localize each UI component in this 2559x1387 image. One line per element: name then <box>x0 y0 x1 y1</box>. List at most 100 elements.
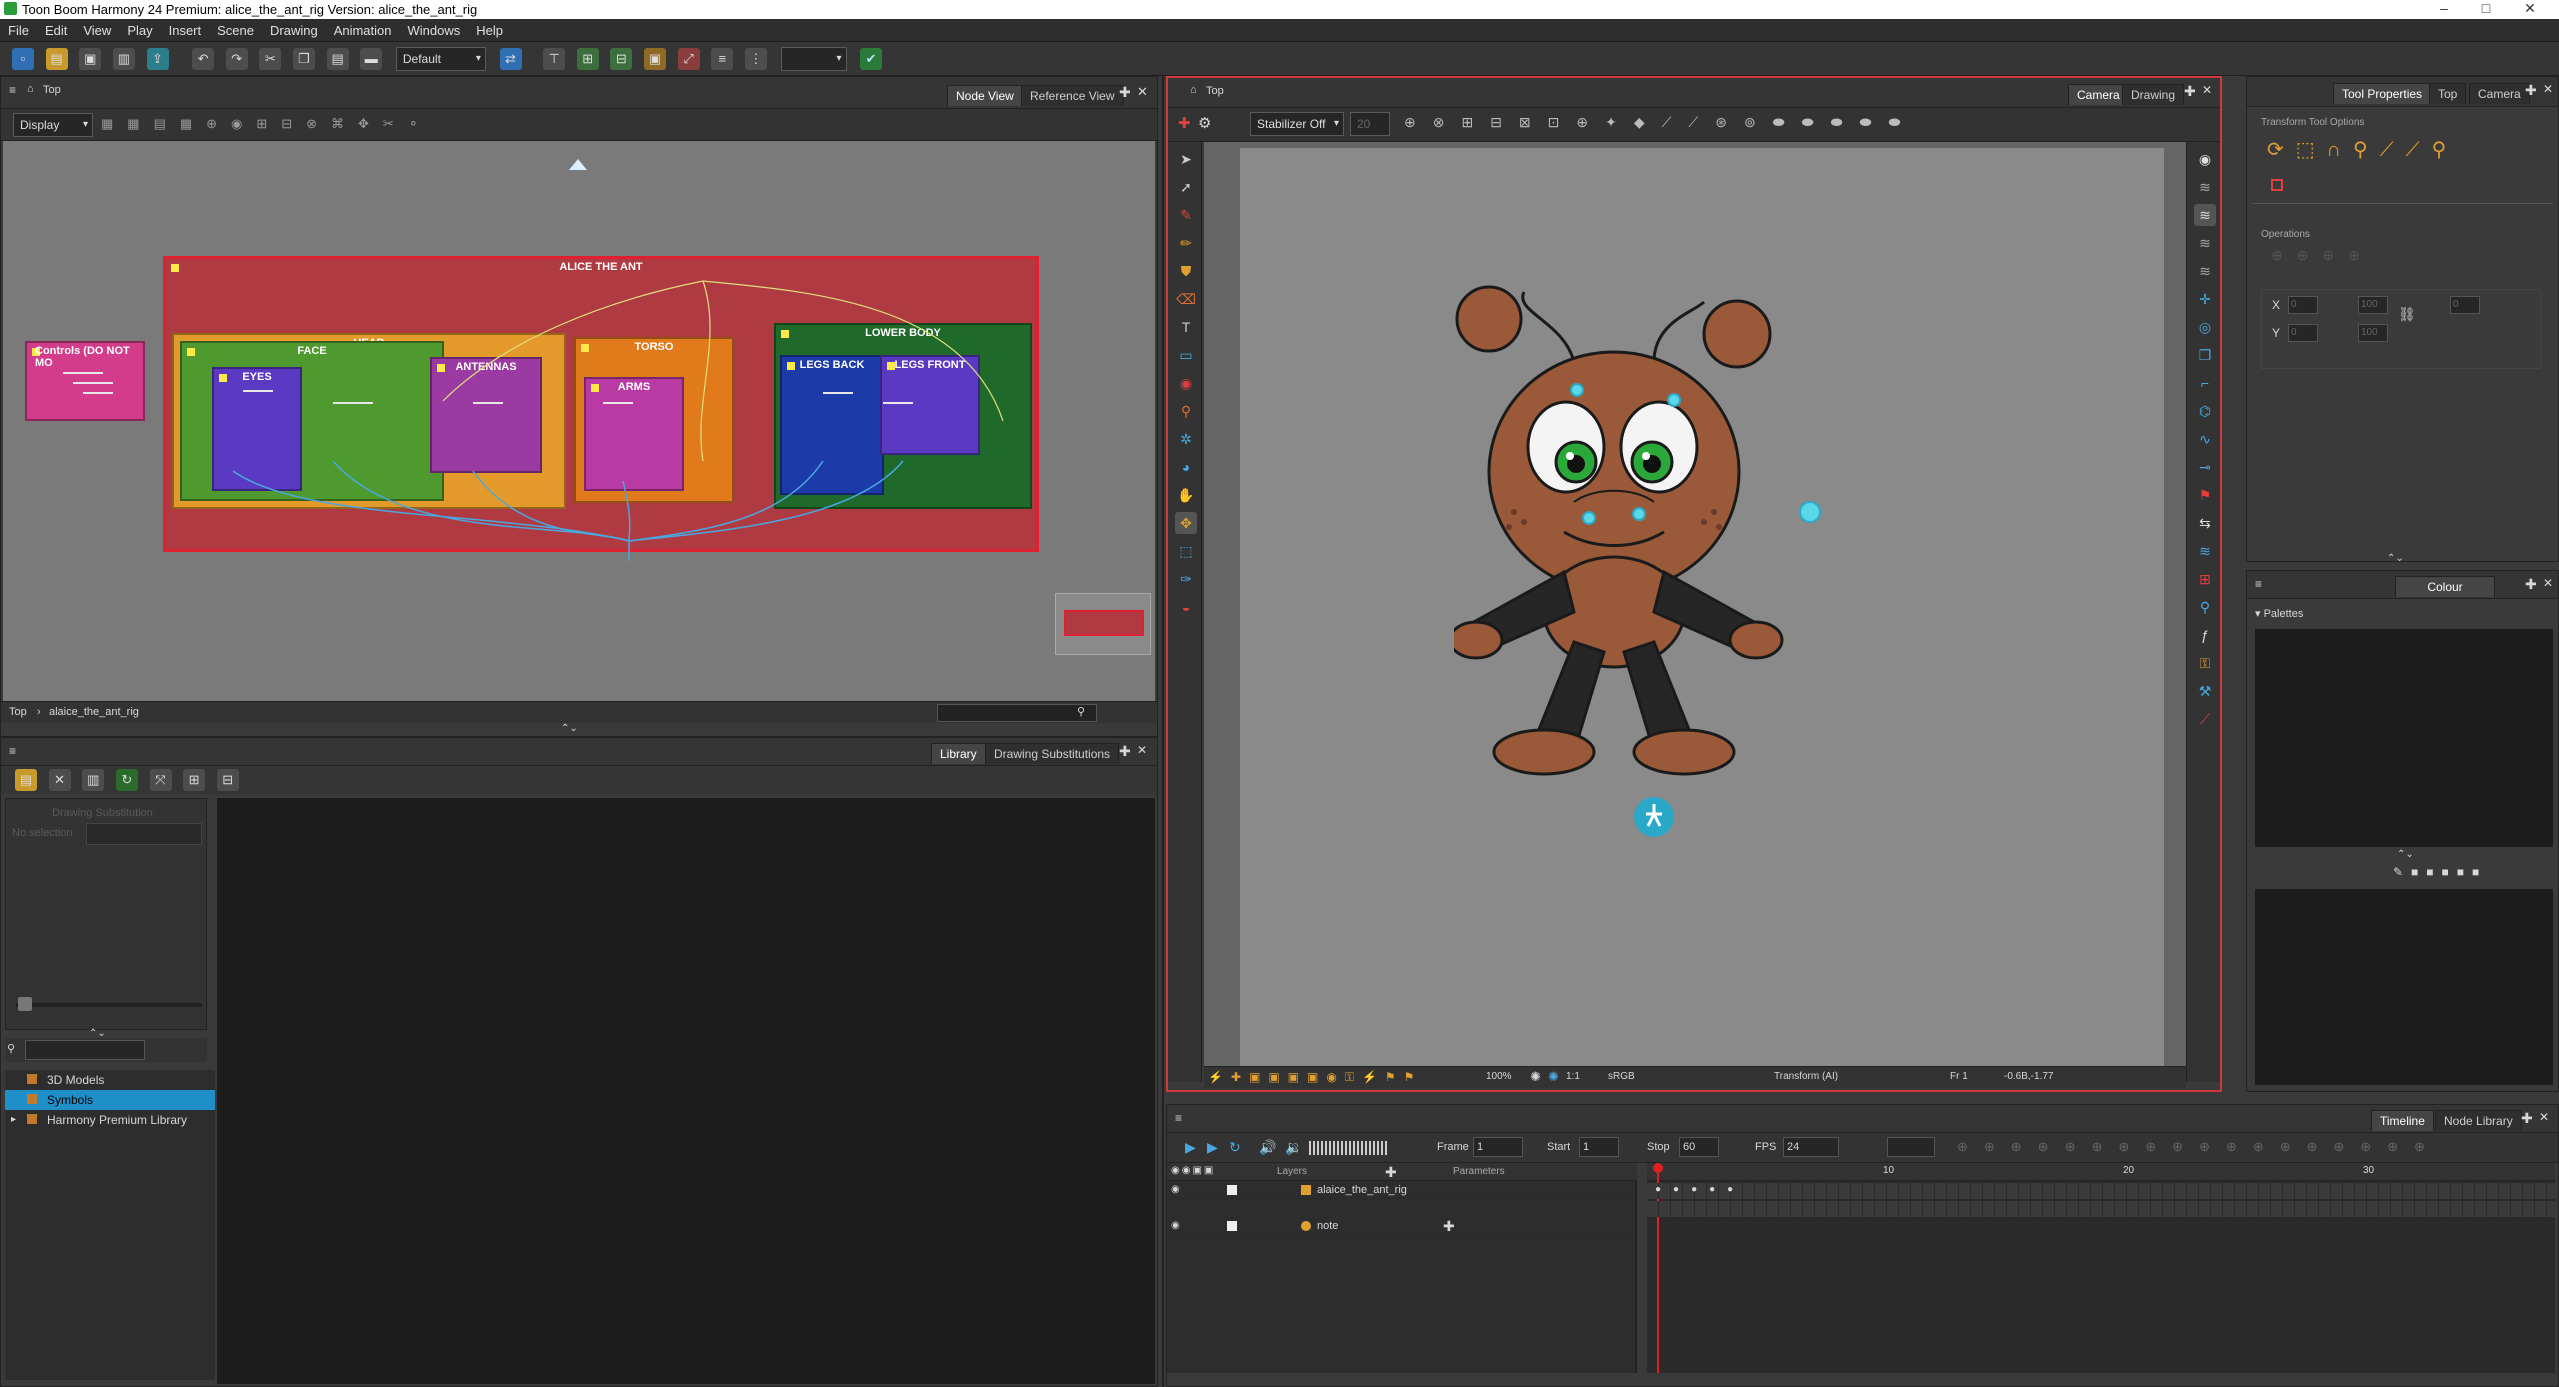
close-panel-icon[interactable]: ✕ <box>1137 743 1147 757</box>
height-field[interactable]: 100 <box>2358 324 2388 342</box>
menu-file[interactable]: File <box>0 19 37 38</box>
eye-icon[interactable]: ◉ <box>2194 148 2216 170</box>
layer-row[interactable]: ◉ alaice_the_ant_rig <box>1167 1181 1637 1199</box>
y-field[interactable]: 0 <box>2288 324 2318 342</box>
peg-icon[interactable]: ✛ <box>2194 288 2216 310</box>
close-panel-icon[interactable]: ✕ <box>1137 84 1148 100</box>
harmony-check-icon[interactable]: ✔ <box>860 48 883 70</box>
add-panel-icon[interactable]: ✚ <box>1119 743 1131 760</box>
node-search-input[interactable] <box>937 704 1097 722</box>
add-panel-icon[interactable]: ✚ <box>2525 576 2537 593</box>
panel-menu-icon[interactable]: ≡ <box>9 83 16 97</box>
splitter-handle-icon[interactable]: ⌃⌄ <box>2387 553 2404 564</box>
pivot-tool-icon[interactable]: ✲ <box>1175 428 1197 450</box>
list-icon[interactable]: ⊟ <box>216 769 239 791</box>
add-panel-icon[interactable]: ✚ <box>2525 82 2537 99</box>
x-field[interactable]: 0 <box>2288 296 2318 314</box>
palettes-toggle[interactable]: ▾ Palettes <box>2255 607 2303 620</box>
menu-windows[interactable]: Windows <box>400 19 469 38</box>
node-minimap[interactable] <box>1055 593 1151 655</box>
play-icon[interactable]: ▶ <box>1185 1139 1196 1156</box>
camera-viewport[interactable] <box>1204 142 2186 1082</box>
rotate-tool-icon[interactable]: ◕ <box>1175 456 1197 478</box>
add-panel-icon[interactable]: ✚ <box>2521 1110 2533 1127</box>
paint-tool-icon[interactable]: ◉ <box>1175 372 1197 394</box>
stack-icon[interactable]: ≋ <box>2194 232 2216 254</box>
colorspace-value[interactable]: sRGB <box>1608 1071 1635 1082</box>
speed-slider[interactable] <box>1309 1141 1389 1155</box>
select-tool-icon[interactable]: ➤ <box>1175 148 1197 170</box>
curve-icon[interactable]: ∿ <box>2194 428 2216 450</box>
width-field[interactable]: 100 <box>2358 296 2388 314</box>
open-library-icon[interactable]: ▤ <box>15 769 37 791</box>
menu-edit[interactable]: Edit <box>37 19 75 38</box>
menu-insert[interactable]: Insert <box>161 19 210 38</box>
menu-drawing[interactable]: Drawing <box>262 19 326 38</box>
library-item-3d-models[interactable]: 3D Models <box>5 1070 215 1090</box>
frame-ruler[interactable]: 10 20 30 <box>1647 1163 2555 1181</box>
select-frame-icon[interactable]: ▣ <box>644 48 666 70</box>
undo-icon[interactable]: ↶ <box>192 48 215 70</box>
dropper-tool-icon[interactable]: ⚲ <box>1175 400 1197 422</box>
transform-icon[interactable]: ⤢ <box>677 48 700 70</box>
status-icons[interactable]: ⚡✚▣▣▣▣◉⚿⚡⚑⚑ <box>1208 1070 1422 1085</box>
close-panel-icon[interactable]: ✕ <box>2202 83 2212 97</box>
eye-icon[interactable]: ◉ <box>1171 1217 1180 1235</box>
start-field[interactable]: 1 <box>1579 1137 1619 1157</box>
cutter-tool-icon[interactable]: ✑ <box>1175 568 1197 590</box>
sound-scrub-icon[interactable]: 🔉 <box>1285 1139 1302 1156</box>
properties-icon[interactable]: ▥ <box>82 769 105 791</box>
panel-menu-icon[interactable]: ≡ <box>1175 1111 1182 1125</box>
bone-icon[interactable]: ⊸ <box>2194 456 2216 478</box>
pencil-options-icon[interactable]: ⟋ <box>2194 708 2216 730</box>
text-tool-icon[interactable]: T <box>1175 316 1197 338</box>
pin-icon[interactable]: ⚑ <box>2194 484 2216 506</box>
redo-icon[interactable]: ↷ <box>225 48 248 70</box>
color-icon[interactable]: ✺ <box>1548 1069 1559 1085</box>
menu-scene[interactable]: Scene <box>209 19 262 38</box>
tab-top[interactable]: Top <box>2429 83 2467 104</box>
menu-play[interactable]: Play <box>119 19 160 38</box>
slider-handle[interactable] <box>18 997 32 1011</box>
stamp-tool-icon[interactable]: ⛊ <box>1175 260 1197 282</box>
frame-track[interactable] <box>1647 1201 2555 1217</box>
menu-view[interactable]: View <box>75 19 119 38</box>
hand-tool-icon[interactable]: ✋ <box>1175 484 1197 506</box>
shift-trace-icon[interactable]: ⇆ <box>2194 512 2216 534</box>
sound-icon[interactable]: 🔊 <box>1259 1139 1276 1156</box>
breadcrumb-root[interactable]: Top <box>9 706 27 718</box>
angle-field[interactable]: 0 <box>2450 296 2480 314</box>
tab-camera[interactable]: Camera <box>2068 84 2129 105</box>
camera-tool-options[interactable]: ⊕⊗⊞⊟⊠⊡⊕✦◆⟋⟋⊛⊚⬬⬬⬬⬬⬬ <box>1404 114 2004 131</box>
blank-select[interactable]: ▾ <box>780 47 847 71</box>
target-icon[interactable]: ◎ <box>2194 316 2216 338</box>
transform-mode-icons[interactable]: ⟳⬚∩⚲⟋⟋⚲ <box>2267 137 2458 162</box>
zoom-level[interactable]: 100% <box>1486 1071 1512 1082</box>
workspace-manager-icon[interactable]: ⇄ <box>499 48 522 70</box>
panel-menu-icon[interactable]: ≡ <box>2255 577 2262 591</box>
swatch-area[interactable] <box>2255 889 2553 1085</box>
tab-colour[interactable]: Colour <box>2395 576 2495 597</box>
splitter-handle-icon[interactable]: ⌃⌄ <box>561 723 578 734</box>
tab-drawing[interactable]: Drawing <box>2122 84 2185 105</box>
tab-node-library[interactable]: Node Library <box>2435 1110 2522 1131</box>
library-item-symbols[interactable]: Symbols <box>5 1090 215 1110</box>
layers-active-icon[interactable]: ≋ <box>2194 204 2216 226</box>
add-layer-icon[interactable]: ✚ <box>1385 1164 1397 1181</box>
envelope-tool-icon[interactable]: ⬚ <box>1175 540 1197 562</box>
node-tool-icon[interactable]: ⊤ <box>543 48 566 70</box>
loop-icon[interactable]: ↻ <box>1229 1139 1241 1156</box>
workspace-select[interactable]: Default ▾ <box>395 47 486 71</box>
new-scene-icon[interactable]: ▫ <box>12 48 34 70</box>
node-tools-icons[interactable]: ▦▦▤▦⊕◉⊞⊟⊗⌘✥✂⚬ <box>101 116 541 134</box>
maximize-icon[interactable]: □ <box>2466 0 2506 19</box>
display-select[interactable]: Display ▾ <box>13 113 93 137</box>
home-icon[interactable]: ⌂ <box>1190 84 1197 96</box>
transform-tool-icon[interactable]: ✥ <box>1175 512 1197 534</box>
eraser-tool-icon[interactable]: ⌫ <box>1175 288 1197 310</box>
link-icon[interactable]: ⛓ <box>2398 306 2416 323</box>
tab-node-view[interactable]: Node View <box>947 85 1023 106</box>
fps-field[interactable]: 24 <box>1783 1137 1839 1157</box>
onion-skin-icon[interactable]: ≋ <box>2194 260 2216 282</box>
distribute-icon[interactable]: ⋮ <box>744 48 767 70</box>
